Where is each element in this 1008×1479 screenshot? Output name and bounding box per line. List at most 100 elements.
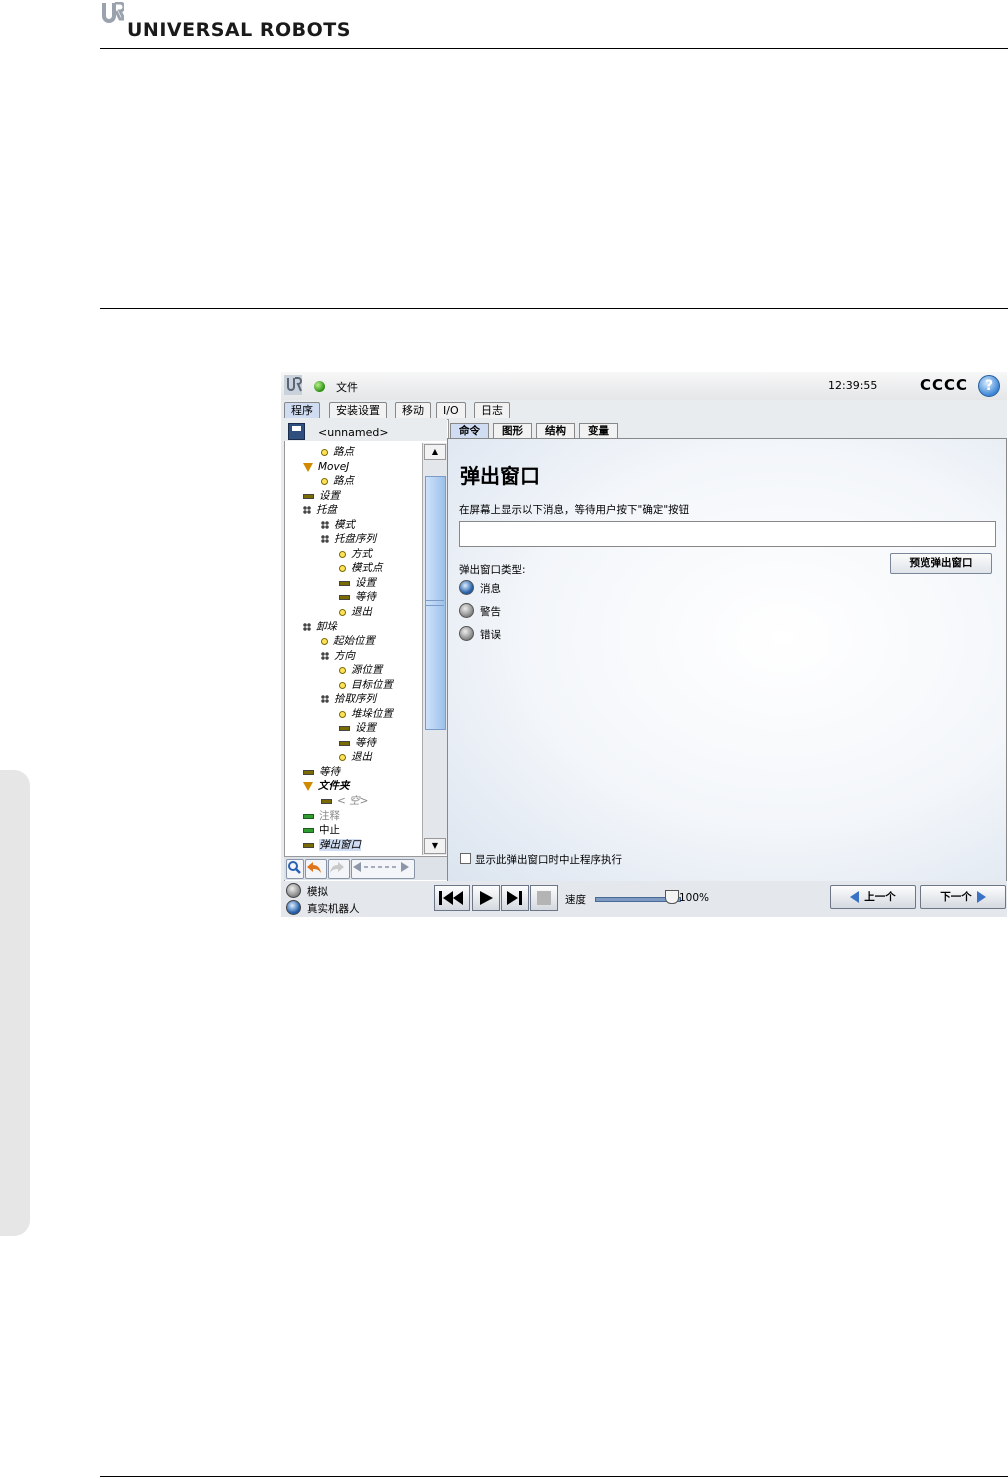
- wait-icon: [303, 769, 314, 775]
- tree-node[interactable]: 方向: [321, 649, 355, 663]
- tree-node[interactable]: 中止: [303, 823, 340, 837]
- message-input[interactable]: [459, 521, 996, 547]
- top-bar: [281, 372, 1007, 400]
- halt-checkbox[interactable]: [460, 853, 471, 864]
- tab-command[interactable]: 命令: [450, 423, 489, 439]
- undo-button[interactable]: [305, 859, 327, 879]
- popup-description: 在屏幕上显示以下消息，等待用户按下"确定"按钮: [459, 504, 690, 516]
- next-button[interactable]: 下一个: [920, 885, 1006, 909]
- radio-message[interactable]: [459, 580, 474, 595]
- file-menu[interactable]: 文件: [336, 379, 358, 395]
- tree-node[interactable]: 设置: [339, 721, 376, 735]
- speed-value: 100%: [679, 892, 710, 904]
- tree-node-selected[interactable]: 弹出窗口: [303, 838, 361, 852]
- program-tree: 路点 MoveJ 路点 设置 托盘 模式 托盘序列 方式 模式点 设置 等待 退…: [285, 443, 422, 855]
- tree-node[interactable]: 托盘: [303, 503, 337, 517]
- tab-program[interactable]: 程序: [284, 402, 320, 418]
- sequence-icon: [321, 695, 329, 703]
- pattern-icon: [321, 521, 329, 529]
- tab-installation[interactable]: 安装设置: [329, 402, 387, 418]
- tree-node[interactable]: 源位置: [339, 663, 383, 677]
- tree-node[interactable]: 路点: [321, 474, 354, 488]
- step-button[interactable]: [501, 885, 529, 911]
- stop-icon: [537, 891, 551, 905]
- tree-node[interactable]: 拾取序列: [321, 692, 376, 706]
- speed-slider-handle[interactable]: [665, 890, 679, 904]
- wait-icon: [339, 594, 350, 600]
- scroll-down-button[interactable]: ▼: [424, 838, 446, 854]
- help-button[interactable]: ?: [978, 375, 1000, 397]
- tree-node[interactable]: 设置: [339, 576, 376, 590]
- set-icon: [339, 580, 350, 586]
- tree-node[interactable]: 托盘序列: [321, 532, 376, 546]
- tree-node[interactable]: 卸垛: [303, 620, 337, 634]
- waypoint-icon: [339, 753, 346, 761]
- set-icon: [303, 493, 314, 499]
- stop-button[interactable]: [530, 885, 558, 911]
- section-rule: [100, 308, 1008, 309]
- tab-io[interactable]: I/O: [436, 402, 466, 418]
- tab-structure[interactable]: 结构: [536, 423, 575, 439]
- pallet-icon: [303, 506, 311, 514]
- page-title: 弹出窗口: [460, 464, 540, 488]
- tree-node[interactable]: 路点: [321, 445, 354, 459]
- search-icon: [288, 861, 301, 874]
- clock: 12:39:55: [828, 379, 878, 392]
- real-robot-label: 真实机器人: [307, 903, 360, 915]
- seek-icon: [303, 623, 311, 631]
- arrow-left-icon: [850, 891, 860, 903]
- waypoint-icon: [339, 608, 346, 616]
- move-node-button[interactable]: [351, 859, 415, 879]
- search-button[interactable]: [286, 859, 304, 879]
- simulate-radio[interactable]: [286, 883, 301, 898]
- popup-type-label: 弹出窗口类型:: [459, 564, 526, 576]
- tree-node[interactable]: 模式: [321, 518, 355, 532]
- footer-rule: [100, 1476, 1008, 1477]
- tree-node[interactable]: 注释: [303, 809, 340, 823]
- halt-checkbox-label: 显示此弹出窗口时中止程序执行: [475, 854, 622, 866]
- waypoint-icon: [339, 666, 346, 674]
- preview-popup-button[interactable]: 预览弹出窗口: [890, 553, 992, 574]
- radio-warning[interactable]: [459, 603, 474, 618]
- waypoint-icon: [339, 681, 346, 689]
- chapter-side-tab: [0, 770, 30, 1236]
- tree-node[interactable]: 等待: [339, 736, 376, 750]
- tree-node[interactable]: 设置: [303, 489, 340, 503]
- polyscope-window: 文件 12:39:55 CCCC ? 程序 安装设置 移动 I/O 日志 <un…: [281, 372, 1007, 917]
- tab-graphics[interactable]: 图形: [493, 423, 532, 439]
- simulate-label: 模拟: [307, 886, 328, 898]
- tab-log[interactable]: 日志: [474, 402, 510, 418]
- redo-icon: [330, 862, 344, 873]
- play-button[interactable]: [472, 885, 500, 911]
- scroll-up-button[interactable]: ▲: [424, 444, 446, 460]
- tree-node[interactable]: 退出: [339, 605, 372, 619]
- tree-node[interactable]: 起始位置: [321, 634, 375, 648]
- tree-node[interactable]: 方式: [339, 547, 372, 561]
- tree-node[interactable]: 退出: [339, 750, 372, 764]
- tab-move[interactable]: 移动: [395, 402, 431, 418]
- tree-node[interactable]: 目标位置: [339, 678, 393, 692]
- comment-icon: [303, 813, 314, 819]
- prev-button[interactable]: 上一个: [830, 885, 916, 909]
- wait-icon: [339, 740, 350, 746]
- rewind-button[interactable]: [434, 885, 470, 911]
- speed-label: 速度: [565, 894, 586, 906]
- radio-error[interactable]: [459, 626, 474, 641]
- tree-node[interactable]: MoveJ: [303, 460, 349, 474]
- tree-node[interactable]: 等待: [303, 765, 340, 779]
- save-icon[interactable]: [288, 423, 305, 440]
- waypoint-icon: [339, 710, 346, 718]
- tree-node[interactable]: 堆垛位置: [339, 707, 393, 721]
- radio-warning-label: 警告: [480, 606, 501, 618]
- left-right-arrow-icon: [353, 862, 409, 872]
- step-icon: [507, 891, 522, 905]
- tree-node[interactable]: < 空>: [321, 794, 368, 808]
- tree-node[interactable]: 等待: [339, 590, 376, 604]
- tab-variables[interactable]: 变量: [579, 423, 618, 439]
- rewind-icon: [439, 891, 463, 905]
- real-robot-radio[interactable]: [286, 900, 301, 915]
- empty-icon: [321, 798, 332, 804]
- redo-button[interactable]: [328, 859, 350, 879]
- tree-node[interactable]: 文件夹: [303, 779, 350, 793]
- tree-node[interactable]: 模式点: [339, 561, 383, 575]
